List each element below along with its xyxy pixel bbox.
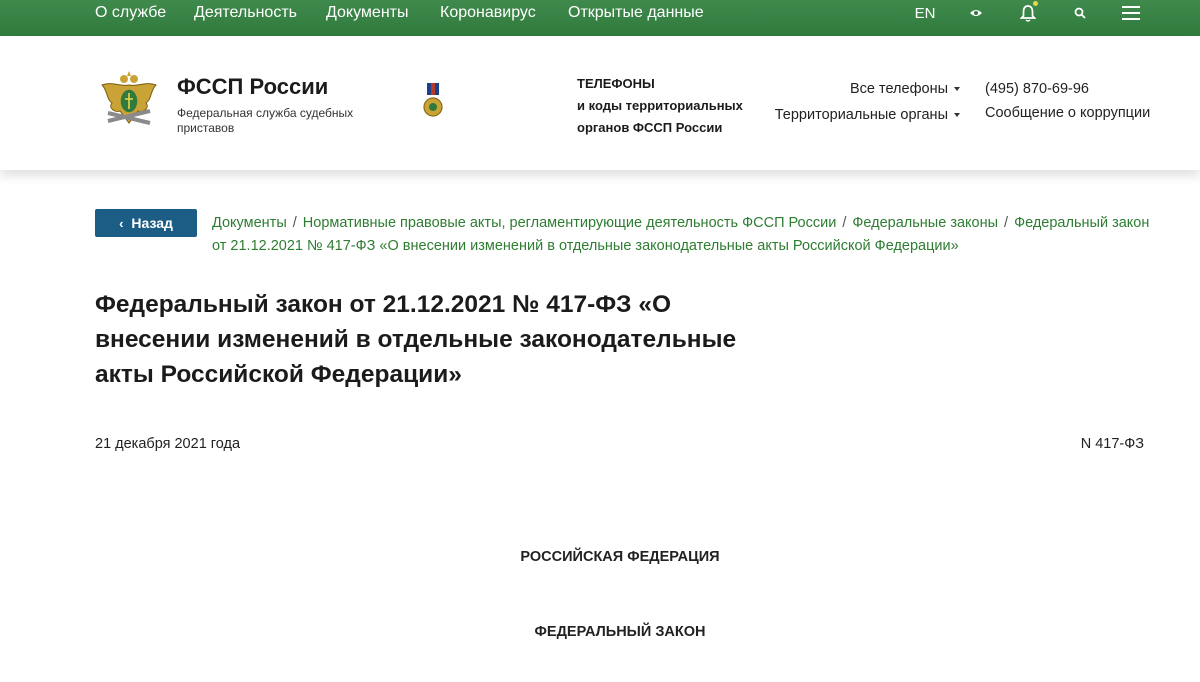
chevron-left-icon: ‹ xyxy=(119,215,124,231)
breadcrumb-separator: / xyxy=(1004,215,1009,231)
document-number: N 417-ФЗ xyxy=(1080,436,1144,452)
nav-coronavirus[interactable]: Коронавирус xyxy=(440,4,536,22)
top-nav: О службе Деятельность Документы Коронави… xyxy=(0,0,1200,36)
breadcrumb-federal-laws[interactable]: Федеральные законы xyxy=(852,215,998,231)
search-icon[interactable] xyxy=(1070,0,1090,26)
document-date: 21 декабря 2021 года xyxy=(95,436,241,452)
breadcrumb-normative-acts[interactable]: Нормативные правовые акты, регламентирую… xyxy=(303,215,837,231)
corruption-report-link[interactable]: Сообщение о коррупции xyxy=(985,105,1150,121)
phones-title-line3: органов ФССП России xyxy=(577,120,723,135)
notification-dot xyxy=(1033,1,1038,6)
breadcrumb-separator: / xyxy=(842,215,847,231)
page-title: Федеральный закон от 21.12.2021 № 417-ФЗ… xyxy=(95,291,737,388)
eye-icon[interactable] xyxy=(966,0,986,26)
document-heading-type: ФЕДЕРАЛЬНЫЙ ЗАКОН xyxy=(534,624,706,640)
nav-activity[interactable]: Деятельность xyxy=(194,4,297,22)
bell-icon[interactable] xyxy=(1018,0,1038,26)
caret-down-icon xyxy=(954,113,960,117)
breadcrumb-documents[interactable]: Документы xyxy=(212,215,287,231)
phones-and-codes-link[interactable]: ТЕЛЕФОНЫ и коды территориальных органов … xyxy=(577,73,743,139)
breadcrumb-separator: / xyxy=(292,215,297,231)
territorial-bodies-dropdown[interactable]: Территориальные органы xyxy=(775,107,960,123)
language-switch[interactable]: EN xyxy=(913,0,937,26)
nav-open-data[interactable]: Открытые данные xyxy=(568,4,704,22)
nav-documents[interactable]: Документы xyxy=(326,4,408,22)
phones-title-line1: ТЕЛЕФОНЫ xyxy=(577,76,655,91)
site-subtitle: Федеральная служба судебных приставов xyxy=(177,106,354,135)
medal-icon xyxy=(423,83,443,117)
breadcrumb: Документы / Нормативные правовые акты, рег… xyxy=(212,212,1152,258)
site-title[interactable]: ФССП России xyxy=(177,74,328,100)
back-button-label: Назад xyxy=(131,215,173,231)
territorial-bodies-label: Территориальные органы xyxy=(774,107,948,123)
caret-down-icon xyxy=(954,87,960,91)
site-header: ФССП России Федеральная служба судебных … xyxy=(0,36,1200,170)
fssp-emblem-icon[interactable] xyxy=(98,71,160,137)
all-phones-dropdown[interactable]: Все телефоны xyxy=(850,81,960,97)
document-heading-country: РОССИЙСКАЯ ФЕДЕРАЦИЯ xyxy=(520,549,720,565)
back-button[interactable]: ‹ Назад xyxy=(95,209,197,237)
all-phones-label: Все телефоны xyxy=(849,81,948,97)
phone-link[interactable]: (495) 870-69-96 xyxy=(985,81,1089,97)
nav-about[interactable]: О службе xyxy=(95,4,166,22)
phones-title-line2: и коды территориальных xyxy=(577,98,743,113)
menu-icon[interactable] xyxy=(1119,0,1143,26)
